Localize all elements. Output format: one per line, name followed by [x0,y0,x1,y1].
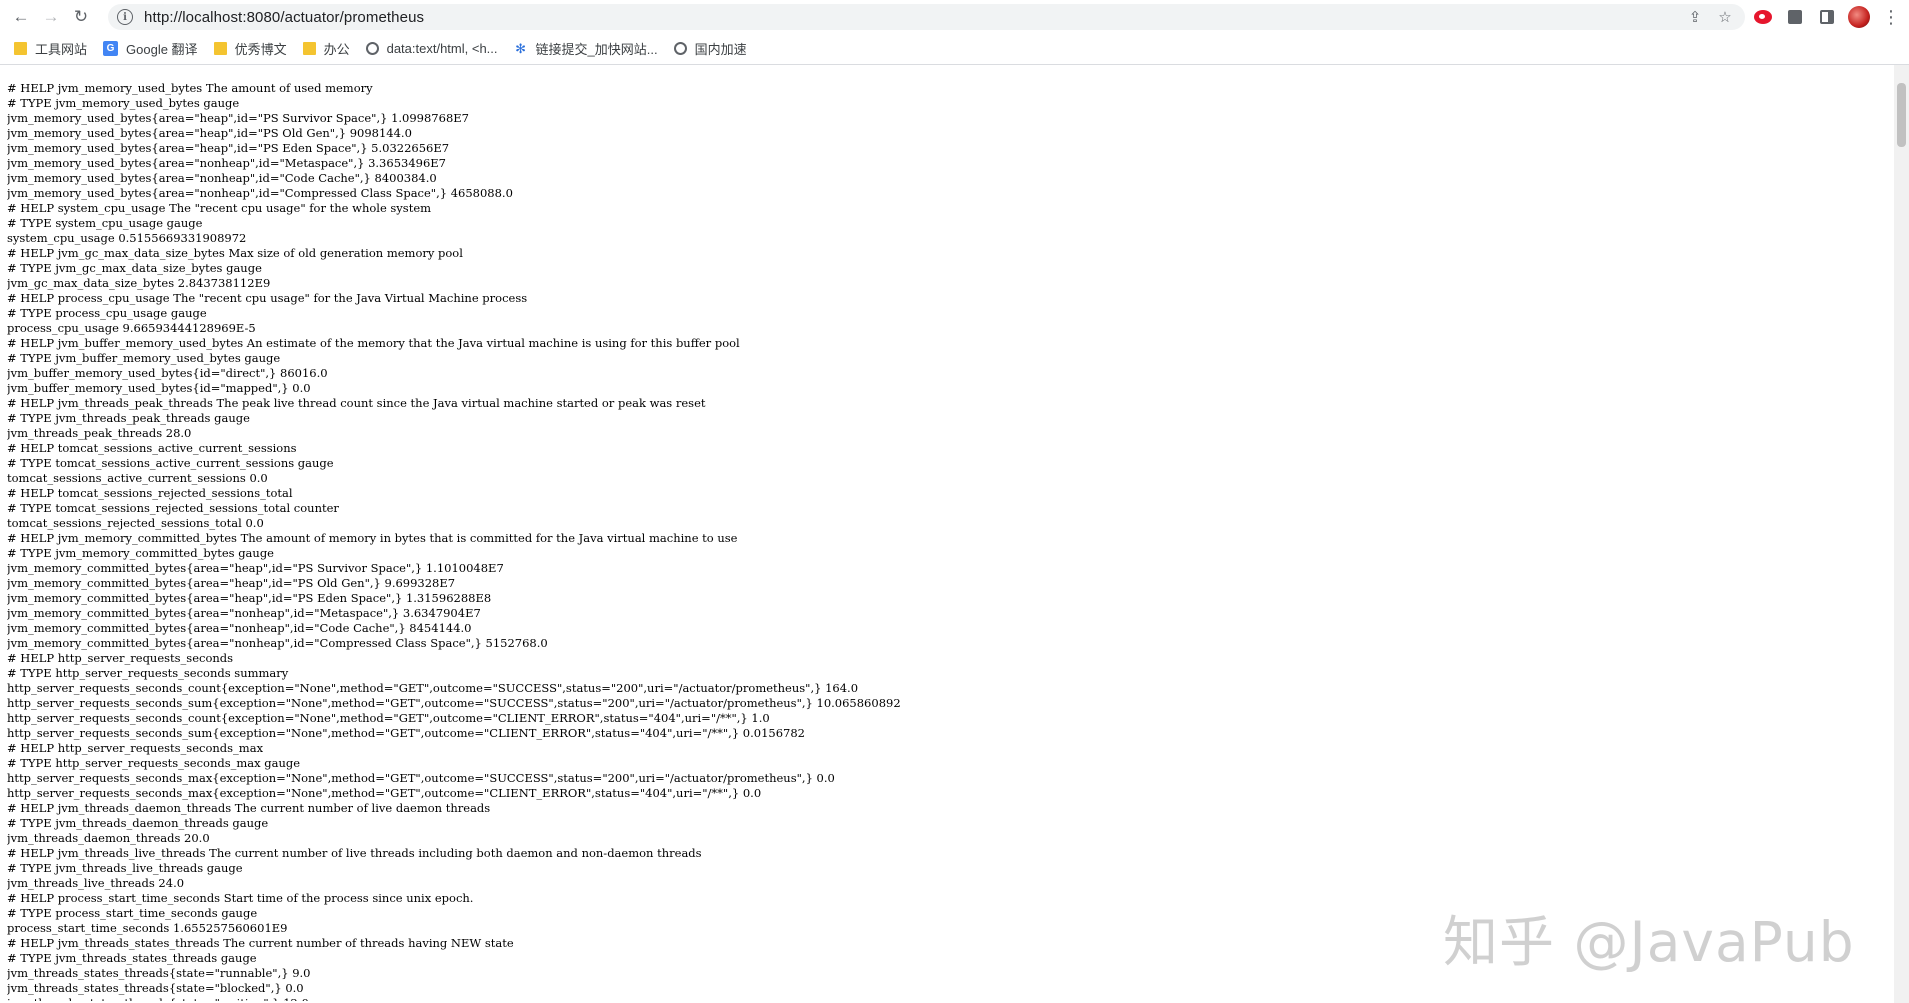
metrics-line: jvm_buffer_memory_used_bytes{id="mapped"… [7,381,311,395]
reload-button[interactable]: ↻ [66,2,96,32]
metrics-line: # HELP tomcat_sessions_rejected_sessions… [7,486,293,500]
metrics-line: jvm_memory_committed_bytes{area="nonheap… [7,621,472,635]
metrics-line: tomcat_sessions_rejected_sessions_total … [7,516,264,530]
scrollbar-thumb[interactable] [1897,83,1906,147]
metrics-line: http_server_requests_seconds_max{excepti… [7,786,762,800]
metrics-line: # HELP jvm_threads_peak_threads The peak… [7,396,706,410]
address-url[interactable]: http://localhost:8080/actuator/prometheu… [144,9,424,26]
metrics-line: jvm_memory_committed_bytes{area="nonheap… [7,606,481,620]
metrics-line: # HELP jvm_memory_used_bytes The amount … [7,81,373,95]
vertical-scrollbar[interactable] [1894,65,1909,1003]
metrics-line: # TYPE jvm_buffer_memory_used_bytes gaug… [7,351,281,365]
watermark: 知乎 @JavaPub [1443,910,1855,974]
google-translate-icon: G [103,41,119,56]
metrics-line: jvm_memory_committed_bytes{area="heap",i… [7,561,504,575]
side-panel-icon[interactable] [1815,5,1839,29]
menu-kebab-icon[interactable]: ⋮ [1879,5,1903,29]
metrics-line: # TYPE http_server_requests_seconds_max … [7,756,301,770]
metrics-line: # HELP jvm_buffer_memory_used_bytes An e… [7,336,740,350]
metrics-line: process_cpu_usage 9.66593444128969E-5 [7,321,256,335]
bookmark-domestic-accel[interactable]: 国内加速 [673,39,747,58]
metrics-line: jvm_buffer_memory_used_bytes{id="direct"… [7,366,328,380]
metrics-line: # HELP http_server_requests_seconds_max [7,741,264,755]
globe-icon [673,42,687,55]
metrics-line: jvm_memory_used_bytes{area="nonheap",id=… [7,171,437,185]
bookmark-google-translate[interactable]: G Google 翻译 [103,39,198,58]
forward-button[interactable]: → [36,2,66,32]
metrics-line: jvm_memory_used_bytes{area="heap",id="PS… [7,141,450,155]
metrics-line: system_cpu_usage 0.5155669331908972 [7,231,247,245]
metrics-line: # TYPE jvm_threads_daemon_threads gauge [7,816,269,830]
bookmark-star-icon[interactable]: ☆ [1715,7,1735,27]
bookmark-label: 工具网站 [35,42,88,57]
metrics-line: # HELP http_server_requests_seconds [7,651,234,665]
bookmark-blogs[interactable]: 优秀博文 [213,39,287,58]
browser-toolbar: ← → ↻ i http://localhost:8080/actuator/p… [0,0,1909,34]
metrics-line: # HELP jvm_memory_committed_bytes The am… [7,531,738,545]
paw-icon: ✻ [515,40,526,56]
bookmark-office[interactable]: 办公 [302,39,350,58]
site-info-icon[interactable]: i [117,9,133,25]
metrics-line: jvm_memory_used_bytes{area="nonheap",id=… [7,186,513,200]
bookmark-label: 办公 [323,42,350,57]
metrics-line: # HELP system_cpu_usage The "recent cpu … [7,201,432,215]
metrics-line: # HELP jvm_threads_live_threads The curr… [7,846,702,860]
bookmark-data-url[interactable]: data:text/html, <h... [365,41,498,56]
metrics-line: jvm_memory_committed_bytes{area="nonheap… [7,636,548,650]
metrics-line: jvm_gc_max_data_size_bytes 2.843738112E9 [7,276,271,290]
metrics-line: # TYPE process_cpu_usage gauge [7,306,207,320]
folder-icon [14,42,27,55]
toolbar-divider [0,64,1909,65]
metrics-line: http_server_requests_seconds_count{excep… [7,681,859,695]
bookmarks-bar: 工具网站 G Google 翻译 优秀博文 办公 data:text/html,… [0,34,1909,63]
metrics-line: jvm_memory_used_bytes{area="heap",id="PS… [7,126,412,140]
profile-avatar[interactable] [1847,5,1871,29]
metrics-line: jvm_memory_committed_bytes{area="heap",i… [7,576,456,590]
weibo-extension-icon[interactable] [1751,5,1775,29]
metrics-line: jvm_threads_states_threads{state="blocke… [7,981,304,995]
bookmark-label: Google 翻译 [126,42,198,57]
metrics-line: # TYPE tomcat_sessions_rejected_sessions… [7,501,339,515]
metrics-line: # TYPE jvm_gc_max_data_size_bytes gauge [7,261,262,275]
folder-icon [302,42,316,55]
metrics-line: jvm_memory_committed_bytes{area="heap",i… [7,591,492,605]
address-bar[interactable]: i http://localhost:8080/actuator/prometh… [108,4,1745,30]
bookmark-label: 优秀博文 [234,42,287,57]
metrics-line: # TYPE jvm_threads_peak_threads gauge [7,411,250,425]
metrics-line: tomcat_sessions_active_current_sessions … [7,471,268,485]
bookmark-label: data:text/html, <h... [386,41,498,56]
bookmark-label: 国内加速 [694,42,747,57]
metrics-line: # TYPE jvm_memory_used_bytes gauge [7,96,240,110]
metrics-line: # TYPE jvm_memory_committed_bytes gauge [7,546,274,560]
bookmark-link-submit[interactable]: ✻ 链接提交_加快网站... [514,39,658,58]
metrics-line: jvm_threads_states_threads{state="waitin… [7,996,1887,1001]
metrics-line: # TYPE system_cpu_usage gauge [7,216,203,230]
metrics-line: http_server_requests_seconds_sum{excepti… [7,726,805,740]
metrics-text: # HELP jvm_memory_used_bytes The amount … [7,81,1887,1001]
metrics-line: # HELP jvm_threads_daemon_threads The cu… [7,801,491,815]
metrics-line: jvm_memory_used_bytes{area="heap",id="PS… [7,111,469,125]
bookmark-label: 链接提交_加快网站... [535,42,658,57]
metrics-line: # HELP jvm_gc_max_data_size_bytes Max si… [7,246,463,260]
metrics-line: # TYPE tomcat_sessions_active_current_se… [7,456,334,470]
metrics-line: # HELP tomcat_sessions_active_current_se… [7,441,297,455]
globe-icon [365,42,379,55]
back-button[interactable]: ← [6,2,36,32]
extensions-puzzle-icon[interactable] [1783,5,1807,29]
share-icon[interactable]: ⇪ [1685,7,1705,27]
bookmark-tools[interactable]: 工具网站 [14,39,87,58]
metrics-line: http_server_requests_seconds_max{excepti… [7,771,835,785]
metrics-line: jvm_threads_peak_threads 28.0 [7,426,192,440]
extensions-area: ⋮ [1751,5,1903,29]
metrics-line: # TYPE http_server_requests_seconds summ… [7,666,289,680]
metrics-line: http_server_requests_seconds_sum{excepti… [7,696,901,710]
metrics-line: jvm_threads_daemon_threads 20.0 [7,831,210,845]
folder-icon [213,42,227,55]
metrics-line: # HELP process_cpu_usage The "recent cpu… [7,291,528,305]
metrics-line: jvm_threads_live_threads 24.0 [7,876,185,890]
metrics-line: http_server_requests_seconds_count{excep… [7,711,770,725]
metrics-line: jvm_memory_used_bytes{area="nonheap",id=… [7,156,446,170]
metrics-line: # TYPE jvm_threads_live_threads gauge [7,861,243,875]
